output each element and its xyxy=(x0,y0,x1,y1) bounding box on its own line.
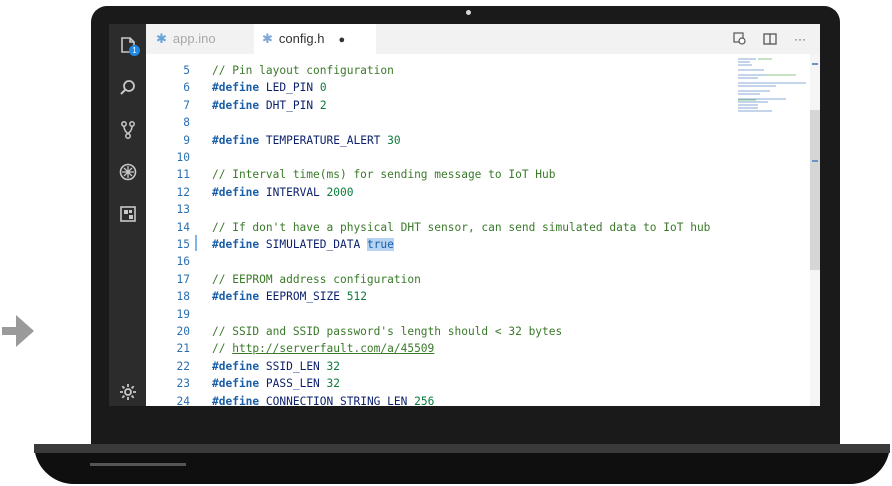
code-editor[interactable]: 5 // Pin layout configuration 6 #define LED… xyxy=(146,54,820,406)
tab-label: app.ino xyxy=(172,31,216,46)
laptop-hinge xyxy=(34,444,890,453)
vscode-window: 1 ✱ app.ino ✱ config.h ● ··· 5 // Pin la… xyxy=(109,24,820,406)
code-text: #define INTERVAL 2000 xyxy=(212,185,354,199)
line-number: 8 xyxy=(183,116,190,130)
tab-bar: ✱ app.ino ✱ config.h ● ··· xyxy=(146,24,820,54)
code-text: #define SSID_LEN 32 xyxy=(212,359,341,373)
file-type-icon: ✱ xyxy=(156,31,167,46)
editor-toolbar: ··· xyxy=(732,31,808,47)
code-text: // Pin layout configuration xyxy=(212,64,394,77)
code-text: // If don't have a physical DHT sensor, … xyxy=(212,220,711,234)
unsaved-dot-icon[interactable]: ● xyxy=(338,34,345,46)
line-number: 14 xyxy=(176,220,190,234)
source-control-icon[interactable] xyxy=(118,120,138,140)
code-text: #define CONNECTION_STRING_LEN 256 xyxy=(212,394,435,406)
line-number: 22 xyxy=(176,359,190,373)
line-number: 11 xyxy=(176,168,190,182)
debug-icon[interactable] xyxy=(118,162,138,182)
split-editor-icon[interactable] xyxy=(762,31,778,47)
minimap[interactable] xyxy=(736,56,816,116)
line-number: 13 xyxy=(176,203,190,217)
line-number: 19 xyxy=(176,307,190,321)
code-text: #define EEPROM_SIZE 512 xyxy=(212,290,367,304)
current-line-marker xyxy=(195,235,197,251)
tab-config-h[interactable]: ✱ config.h ● xyxy=(254,24,376,54)
search-icon[interactable] xyxy=(118,78,138,98)
line-number: 9 xyxy=(183,133,190,147)
line-number: 10 xyxy=(176,151,190,164)
code-text: // EEPROM address configuration xyxy=(212,272,421,286)
webcam xyxy=(466,10,471,15)
code-text: // SSID and SSID password's length shoul… xyxy=(212,325,563,338)
scroll-marker xyxy=(812,160,818,162)
arrow-right-icon xyxy=(2,315,34,347)
scrollbar-thumb[interactable] xyxy=(810,110,820,270)
line-number: 6 xyxy=(183,81,190,95)
more-actions-icon[interactable]: ··· xyxy=(792,31,808,47)
line-number: 16 xyxy=(176,255,190,269)
code-text: #define PASS_LEN 32 xyxy=(212,377,341,391)
tab-app-ino[interactable]: ✱ app.ino xyxy=(156,24,216,54)
file-type-icon: ✱ xyxy=(262,31,273,46)
code-text: #define DHT_PIN 2 xyxy=(212,98,327,112)
scroll-marker xyxy=(812,63,818,65)
line-number: 20 xyxy=(176,325,190,338)
line-number: 7 xyxy=(183,98,190,112)
line-number: 18 xyxy=(176,290,190,304)
line-number: 24 xyxy=(176,394,190,406)
code-text: #define SIMULATED_DATA true xyxy=(212,238,394,251)
line-number: 5 xyxy=(183,64,190,77)
code-text: // http://serverfault.com/a/45509 xyxy=(212,342,435,356)
extensions-icon[interactable] xyxy=(118,204,138,224)
code-text: #define LED_PIN 0 xyxy=(212,81,327,95)
tab-label: config.h xyxy=(278,31,325,46)
settings-gear-icon[interactable] xyxy=(118,382,138,402)
line-number: 23 xyxy=(176,377,190,391)
line-number: 21 xyxy=(176,342,190,356)
line-number: 12 xyxy=(176,185,190,199)
scrollbar[interactable] xyxy=(810,54,820,406)
activity-bar: 1 xyxy=(109,24,146,406)
line-number: 17 xyxy=(176,272,190,286)
code-text: // Interval time(ms) for sending message… xyxy=(212,168,556,182)
code-text: #define TEMPERATURE_ALERT 30 xyxy=(212,133,401,147)
open-preview-icon[interactable] xyxy=(732,31,748,47)
explorer-badge: 1 xyxy=(129,45,140,56)
laptop-notch xyxy=(90,463,186,466)
line-number: 15 xyxy=(176,238,190,251)
